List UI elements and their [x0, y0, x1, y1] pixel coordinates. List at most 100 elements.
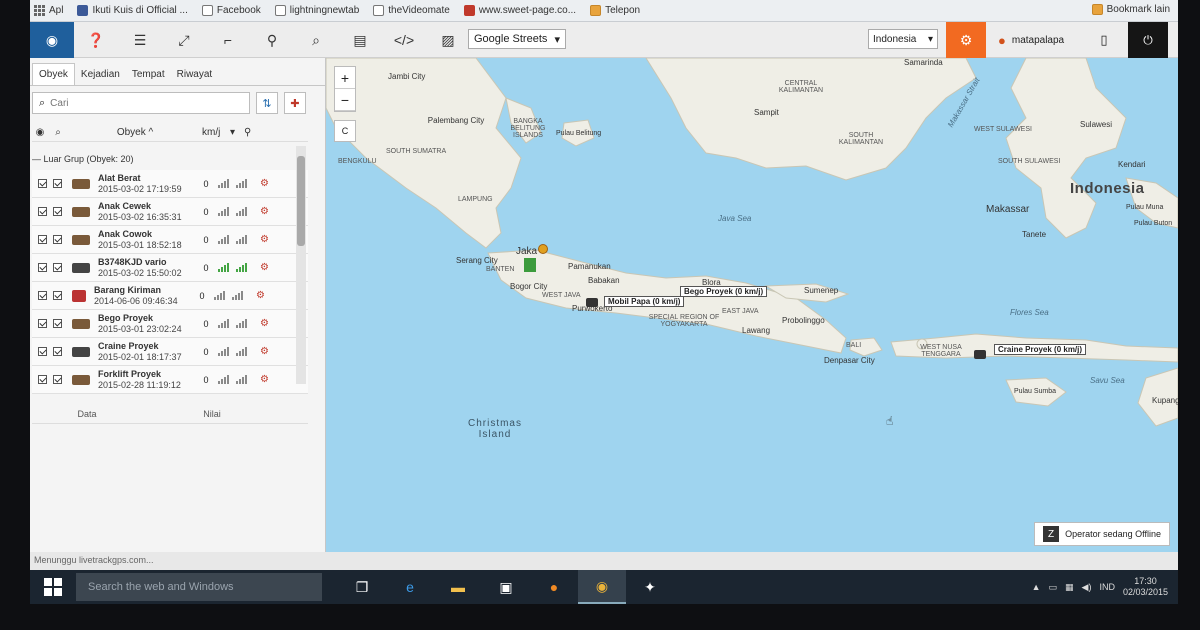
network-icon[interactable]: ▦	[1065, 582, 1074, 593]
start-button[interactable]	[30, 570, 76, 604]
ruler-icon[interactable]: ⌐	[206, 22, 250, 58]
zoom-in-button[interactable]: +	[335, 67, 355, 89]
visible-checkbox[interactable]	[38, 179, 47, 188]
list-item[interactable]: Anak Cewek 2015-03-02 16:35:31 0 ⚙	[32, 198, 308, 226]
vehicle-tag-mobil-papa[interactable]: Mobil Papa (0 km/j)	[604, 296, 685, 307]
mobile-icon[interactable]: ▯	[1092, 22, 1116, 58]
language-indicator[interactable]: IND	[1099, 582, 1115, 592]
bookmark-kuis[interactable]: Ikuti Kuis di Official ...	[77, 5, 188, 16]
group-label[interactable]: — Luar Grup (Obyek: 20)	[32, 154, 134, 164]
list-item[interactable]: Bego Proyek 2015-03-01 23:02:24 0 ⚙	[32, 310, 308, 338]
visible-checkbox[interactable]	[38, 263, 47, 272]
map-center-button[interactable]: C	[334, 120, 356, 142]
search-input[interactable]	[50, 97, 231, 109]
task-view-icon[interactable]: ❐	[338, 570, 386, 604]
map-type-select[interactable]: Google Streets ▾	[468, 29, 566, 49]
chevron-up-icon[interactable]: ▲	[1032, 582, 1041, 592]
store-icon[interactable]: ▣	[482, 570, 530, 604]
settings-icon[interactable]: ⚙	[260, 262, 269, 273]
other-bookmarks[interactable]: Bookmark lain	[1091, 4, 1170, 15]
taskbar-search[interactable]: Search the web and Windows	[76, 573, 322, 601]
gps-signal-icon	[218, 179, 234, 188]
follow-checkbox[interactable]	[53, 291, 62, 300]
bookmark-telepon[interactable]: Telepon	[590, 5, 640, 16]
code-icon[interactable]: </>	[382, 22, 426, 58]
globe-icon[interactable]: ◉	[30, 22, 74, 58]
visible-checkbox[interactable]	[38, 375, 47, 384]
tab-riwayat[interactable]: Riwayat	[171, 64, 219, 85]
bookmark-apps[interactable]: Apl	[34, 5, 63, 16]
report-icon[interactable]: ▤	[338, 22, 382, 58]
vehicle-marker-icon[interactable]	[974, 350, 986, 359]
vehicle-tag-craine-proyek[interactable]: Craine Proyek (0 km/j)	[994, 344, 1087, 355]
search-icon[interactable]: ⌕	[294, 22, 338, 58]
list-item[interactable]: Barang Kiriman 2014-06-06 09:46:34 0 ⚙	[32, 282, 308, 310]
sliders-icon[interactable]: ☰	[118, 22, 162, 58]
zoom-out-button[interactable]: −	[335, 89, 355, 111]
follow-checkbox[interactable]	[53, 375, 62, 384]
file-explorer-icon[interactable]: ▬	[434, 570, 482, 604]
visible-checkbox[interactable]	[38, 291, 47, 300]
list-item[interactable]: B3748KJD vario 2015-03-02 15:50:02 0 ⚙	[32, 254, 308, 282]
settings-gear-icon[interactable]: ⚙	[946, 22, 986, 58]
firefox-icon[interactable]: ●	[530, 570, 578, 604]
volume-icon[interactable]: ◀)	[1082, 582, 1092, 593]
flag-marker-icon[interactable]	[524, 258, 536, 272]
bookmark-thevideomate[interactable]: theVideomate	[373, 5, 450, 16]
image-icon[interactable]: ▨	[426, 22, 470, 58]
list-scrollbar[interactable]	[296, 146, 306, 384]
visible-checkbox[interactable]	[38, 235, 47, 244]
country-select[interactable]: Indonesia ▾	[868, 29, 938, 49]
scrollbar-thumb[interactable]	[297, 156, 305, 246]
visible-checkbox[interactable]	[38, 319, 47, 328]
logout-icon[interactable]: ⏻	[1128, 22, 1168, 58]
app-icon[interactable]: ✦	[626, 570, 674, 604]
follow-checkbox[interactable]	[53, 235, 62, 244]
settings-icon[interactable]: ⚙	[260, 374, 269, 385]
settings-icon[interactable]: ⚙	[260, 346, 269, 357]
user-menu[interactable]: ● matapalapa	[998, 22, 1064, 58]
clock[interactable]: 17:30 02/03/2015	[1123, 576, 1168, 598]
list-item[interactable]: Alat Berat 2015-03-02 17:19:59 0 ⚙	[32, 170, 308, 198]
settings-icon[interactable]: ⚙	[260, 318, 269, 329]
tab-tempat[interactable]: Tempat	[126, 64, 171, 85]
list-item[interactable]: Anak Cowok 2015-03-01 18:52:18 0 ⚙	[32, 226, 308, 254]
follow-checkbox[interactable]	[53, 179, 62, 188]
bookmark-facebook[interactable]: Facebook	[201, 5, 261, 16]
list-item[interactable]: Craine Proyek 2015-02-01 18:17:37 0 ⚙	[32, 338, 308, 366]
battery-icon[interactable]: ▭	[1049, 582, 1058, 593]
bookmark-lightningnewtab[interactable]: lightningnewtab	[274, 5, 359, 16]
operator-status[interactable]: Z Operator sedang Offline	[1034, 522, 1170, 546]
list-item[interactable]: Forklift Proyek 2015-02-28 11:19:12 0 ⚙	[32, 366, 308, 394]
settings-icon[interactable]: ⚙	[260, 234, 269, 245]
follow-checkbox[interactable]	[53, 263, 62, 272]
place-marker-icon[interactable]	[538, 244, 548, 254]
eye-icon[interactable]: ◉	[32, 127, 48, 138]
internet-explorer-icon[interactable]: e	[386, 570, 434, 604]
follow-checkbox[interactable]	[53, 347, 62, 356]
tab-kejadian[interactable]: Kejadian	[75, 64, 126, 85]
refresh-icon[interactable]: ⇅	[256, 92, 278, 114]
follow-checkbox[interactable]	[53, 319, 62, 328]
search-icon[interactable]: ⌕	[48, 127, 68, 138]
vehicle-marker-icon[interactable]	[586, 298, 598, 307]
gsm-signal-icon	[236, 347, 252, 356]
visible-checkbox[interactable]	[38, 207, 47, 216]
vehicle-tag-bego-proyek[interactable]: Bego Proyek (0 km/j)	[680, 286, 768, 297]
tab-obyek[interactable]: Obyek	[32, 63, 75, 85]
map-pin-icon[interactable]: ⚲	[250, 22, 294, 58]
add-object-icon[interactable]: ✚	[284, 92, 306, 114]
settings-icon[interactable]: ⚙	[256, 290, 265, 301]
settings-icon[interactable]: ⚙	[260, 206, 269, 217]
visible-checkbox[interactable]	[38, 347, 47, 356]
map-view[interactable]: + − C Jambi City Palembang City BANGKA B…	[326, 58, 1178, 552]
follow-checkbox[interactable]	[53, 207, 62, 216]
column-object[interactable]: Obyek ^	[68, 127, 202, 138]
chat-icon: Z	[1043, 526, 1060, 542]
column-speed[interactable]: km/j	[202, 127, 230, 138]
bookmark-sweetpage[interactable]: www.sweet-page.co...	[463, 5, 576, 16]
chrome-icon[interactable]: ◉	[578, 570, 626, 604]
settings-icon[interactable]: ⚙	[260, 178, 269, 189]
help-icon[interactable]: ❓	[74, 22, 118, 58]
fullscreen-icon[interactable]: ⤢	[162, 22, 206, 58]
